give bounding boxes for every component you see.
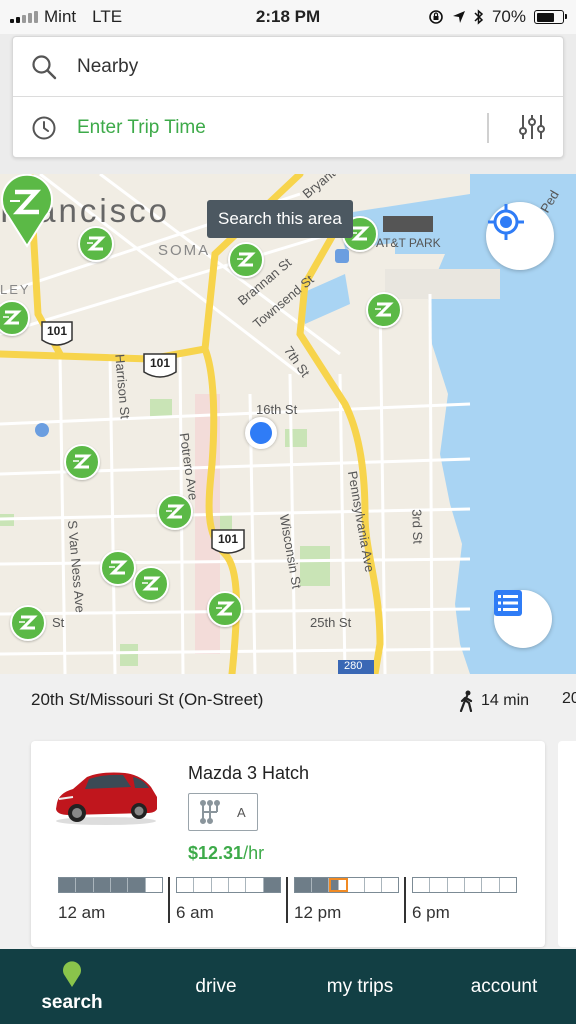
zipcar-z-icon: [3, 310, 22, 325]
car-marker[interactable]: [64, 444, 100, 480]
location-address: 20th St/Missouri St (On-Street): [31, 690, 264, 709]
rotation-lock-icon: [429, 10, 443, 24]
map-label-ley: LEY: [0, 282, 31, 297]
map-label-25th: 25th St: [310, 615, 352, 630]
walk-time-value: 14 min: [481, 692, 530, 709]
time-label: 12 am: [58, 903, 106, 922]
battery-percent: 70%: [491, 7, 526, 26]
car-name: Mazda 3 Hatch: [188, 763, 310, 783]
map-pin-icon: [63, 960, 81, 987]
tab-my-trips[interactable]: my trips: [288, 949, 432, 1024]
time-tick: [404, 877, 406, 923]
car-marker[interactable]: [78, 226, 114, 262]
walking-person-icon: [459, 690, 473, 712]
car-marker[interactable]: [228, 242, 264, 278]
time-label: 6 pm: [412, 903, 450, 922]
tab-account[interactable]: account: [432, 949, 576, 1024]
map-label-att-park: AT&T PARK: [376, 236, 441, 250]
trip-time-field[interactable]: Enter Trip Time: [13, 97, 563, 158]
price-value: $12.31: [188, 843, 244, 863]
car-marker[interactable]: [133, 566, 169, 602]
car-marker[interactable]: [157, 494, 193, 530]
highway-101-label: 101: [150, 356, 171, 370]
selected-car-pin[interactable]: [0, 174, 54, 248]
results-panel: 20th St/Missouri St (On-Street) 14 min 2…: [0, 674, 576, 949]
status-bar: Mint LTE 2:18 PM 70%: [0, 0, 576, 34]
time-tick: [286, 877, 288, 923]
divider: [487, 113, 489, 143]
map-label-st: St: [52, 615, 65, 630]
zipcar-z-icon: [216, 601, 235, 616]
current-location-dot: [245, 417, 277, 449]
tab-search[interactable]: search: [0, 949, 144, 1024]
zipcar-z-icon: [142, 576, 161, 591]
time-label: 6 am: [176, 903, 214, 922]
hourly-price: $12.31/hr: [188, 843, 264, 864]
map[interactable]: Francisco SOMA AT&T PARK Bryant Brannan …: [0, 174, 576, 674]
transmission-badge: A: [188, 793, 258, 831]
availability-timeline: 12 am 6 am 12 pm 6 pm: [58, 877, 518, 937]
gear-shift-icon: [200, 800, 220, 824]
zipcar-z-icon: [73, 454, 92, 469]
availability-block: [176, 877, 281, 893]
tab-label: drive: [195, 975, 237, 997]
time-label: 12 pm: [294, 903, 342, 922]
tab-label: search: [41, 991, 103, 1013]
bluetooth-icon: [474, 9, 484, 25]
location-search-field[interactable]: Nearby: [13, 37, 563, 97]
filter-sliders-icon[interactable]: [517, 113, 547, 141]
zipcar-z-icon: [351, 226, 370, 241]
availability-block: [58, 877, 163, 893]
zipcar-z-icon: [237, 252, 256, 267]
trip-time-placeholder: Enter Trip Time: [77, 116, 206, 138]
map-label-3rd: 3rd St: [409, 508, 426, 545]
zipcar-z-icon: [109, 560, 128, 575]
availability-block: [412, 877, 517, 893]
zipcar-z-icon: [375, 302, 394, 317]
map-label-16th: 16th St: [256, 402, 298, 417]
search-this-area-button[interactable]: Search this area: [207, 200, 353, 238]
highway-101-label: 101: [218, 532, 239, 546]
highway-280-label: 280: [344, 660, 363, 672]
search-icon: [32, 54, 57, 79]
availability-block: [294, 877, 399, 893]
location-search-value: Nearby: [77, 55, 139, 77]
time-tick: [168, 877, 170, 923]
car-image: [56, 772, 157, 825]
tab-drive[interactable]: drive: [144, 949, 288, 1024]
search-card: Nearby Enter Trip Time: [12, 36, 564, 158]
list-view-button[interactable]: [494, 590, 552, 648]
next-car-card[interactable]: [558, 741, 576, 947]
location-row[interactable]: 20th St/Missouri St (On-Street) 14 min 2…: [31, 690, 576, 714]
location-arrow-icon: [452, 11, 465, 23]
highway-101-label: 101: [47, 324, 68, 338]
price-unit: /hr: [243, 843, 265, 863]
zipcar-z-icon: [166, 504, 185, 519]
transmission-type: A: [237, 804, 246, 820]
tab-label: my trips: [326, 975, 394, 997]
battery-icon: [534, 10, 567, 24]
car-marker[interactable]: [366, 292, 402, 328]
clock-icon: [32, 116, 56, 139]
map-label-soma: SOMA: [158, 242, 211, 259]
car-marker[interactable]: [100, 550, 136, 586]
list-icon: [494, 590, 522, 616]
car-marker[interactable]: [207, 591, 243, 627]
crosshair-icon: [488, 204, 524, 240]
tab-bar: search drive my trips account: [0, 949, 576, 1024]
status-icons: 70%: [428, 7, 567, 27]
car-card[interactable]: Mazda 3 Hatch A $12.31/hr 12 am 6 am 12 …: [31, 741, 545, 947]
car-marker[interactable]: [10, 605, 46, 641]
tab-label: account: [470, 975, 538, 997]
zipcar-z-icon: [87, 236, 106, 251]
zipcar-z-icon: [19, 615, 38, 630]
walk-time: 14 min: [459, 690, 529, 712]
next-location-peek: 20: [562, 690, 576, 707]
recenter-location-button[interactable]: [486, 202, 554, 270]
